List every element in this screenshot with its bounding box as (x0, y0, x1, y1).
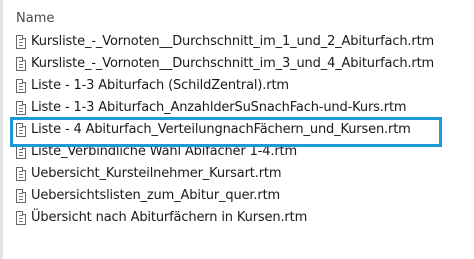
file-name: Liste_Verbindliche Wahl Abifächer 1-4.rt… (31, 144, 297, 159)
file-row[interactable]: Kursliste_-_Vornoten__Durchschnitt_im_1_… (0, 31, 474, 53)
file-name: Kursliste_-_Vornoten__Durchschnitt_im_3_… (31, 56, 435, 71)
document-icon (16, 145, 26, 159)
document-icon (16, 57, 26, 71)
file-list: Kursliste_-_Vornoten__Durchschnitt_im_1_… (0, 31, 474, 229)
file-row[interactable]: Liste - 1-3 Abiturfach_AnzahlderSuSnachF… (0, 97, 474, 119)
file-name: Übersicht nach Abiturfächern in Kursen.r… (31, 210, 308, 225)
document-icon (16, 167, 26, 181)
file-row[interactable]: Übersicht nach Abiturfächern in Kursen.r… (0, 207, 474, 229)
file-name: Liste - 4 Abiturfach_VerteilungnachFäche… (31, 122, 411, 137)
file-row[interactable]: Liste - 1-3 Abiturfach (SchildZentral).r… (0, 75, 474, 97)
file-name: Uebersicht_Kursteilnehmer_Kursart.rtm (31, 166, 282, 181)
file-row[interactable]: Kursliste_-_Vornoten__Durchschnitt_im_3_… (0, 53, 474, 75)
document-icon (16, 35, 26, 49)
file-row[interactable]: Liste_Verbindliche Wahl Abifächer 1-4.rt… (0, 141, 474, 163)
file-row[interactable]: Uebersichtslisten_zum_Abitur_quer.rtm (0, 185, 474, 207)
document-icon (16, 123, 26, 137)
document-icon (16, 101, 26, 115)
file-name: Kursliste_-_Vornoten__Durchschnitt_im_1_… (31, 34, 435, 49)
file-row[interactable]: Uebersicht_Kursteilnehmer_Kursart.rtm (0, 163, 474, 185)
document-icon (16, 189, 26, 203)
file-name: Liste - 1-3 Abiturfach_AnzahlderSuSnachF… (31, 100, 407, 115)
file-row-highlighted[interactable]: Liste - 4 Abiturfach_VerteilungnachFäche… (0, 119, 474, 141)
name-column-header-label: Name (16, 11, 55, 26)
document-icon (16, 211, 26, 225)
document-icon (16, 79, 26, 93)
name-column-header[interactable]: Name (16, 11, 54, 27)
file-name: Liste - 1-3 Abiturfach (SchildZentral).r… (31, 78, 289, 93)
file-name: Uebersichtslisten_zum_Abitur_quer.rtm (31, 188, 281, 203)
